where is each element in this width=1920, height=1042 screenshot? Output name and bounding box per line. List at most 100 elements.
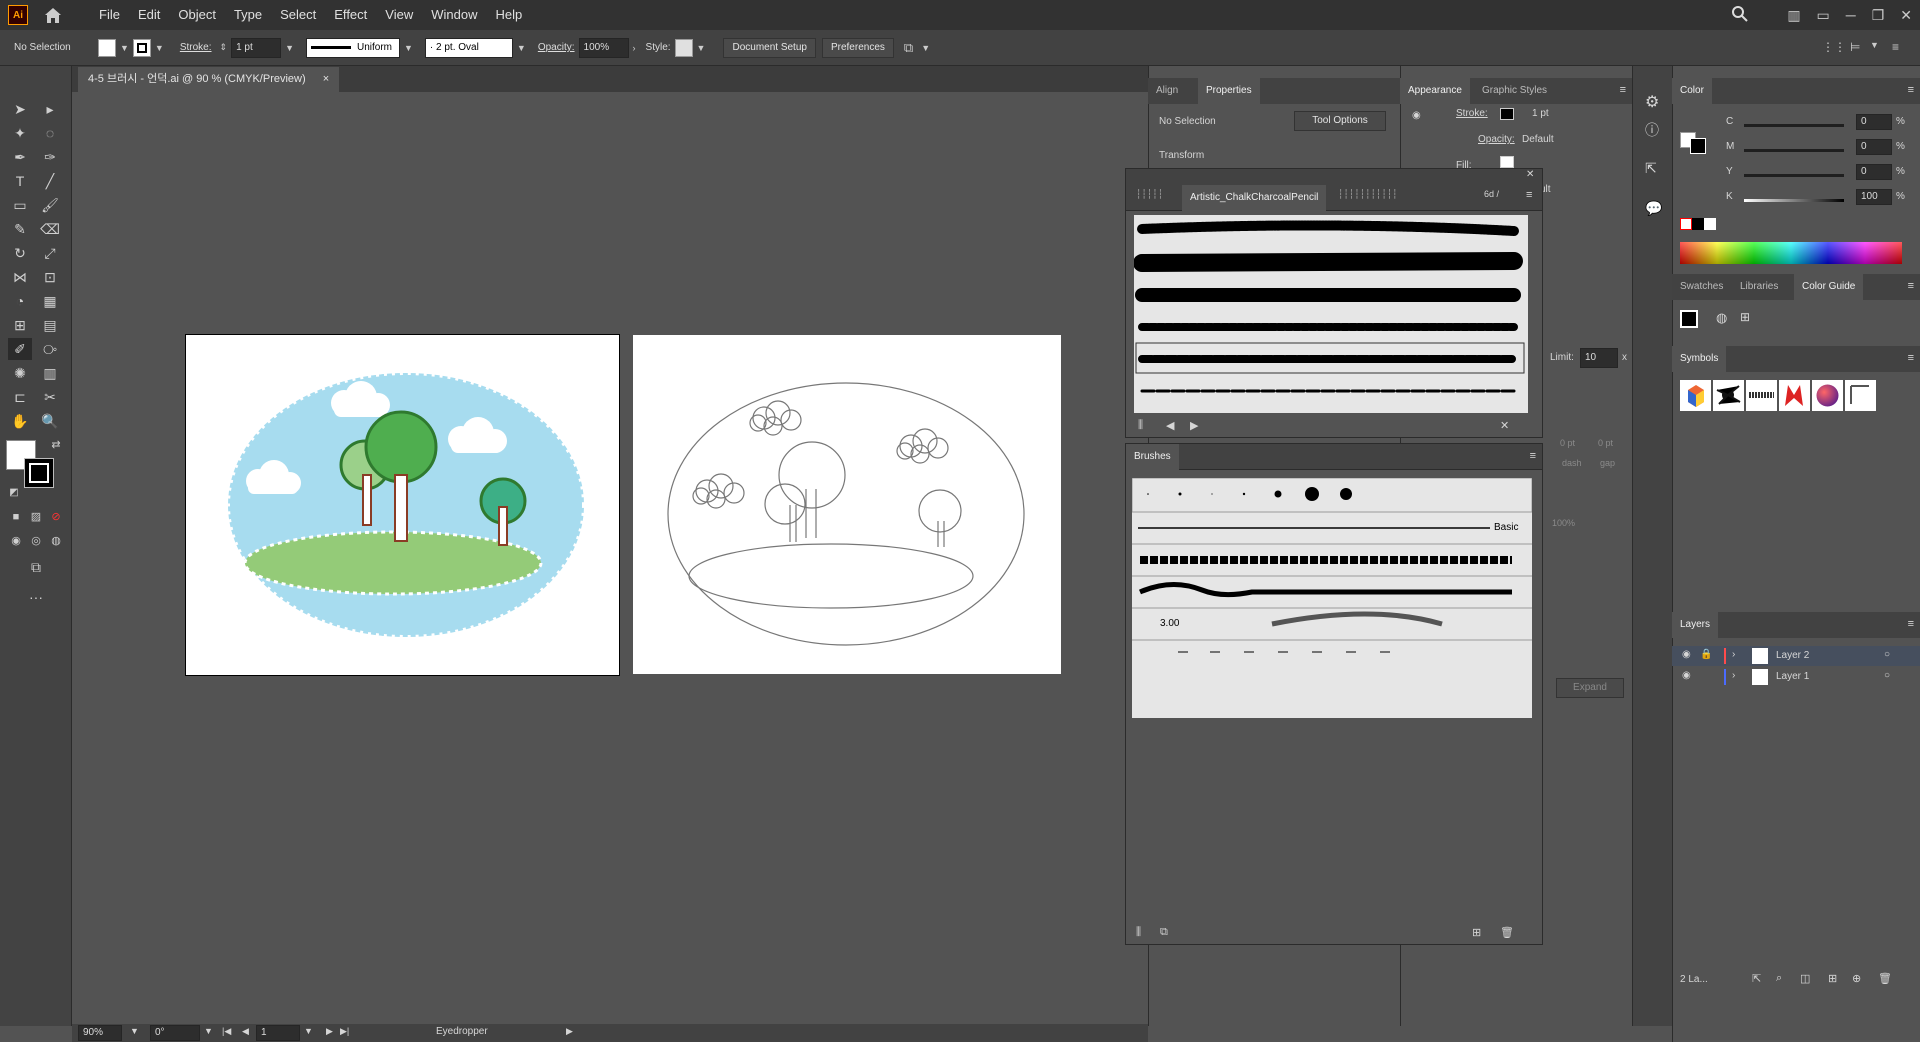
width-tool-icon[interactable]: ⋈	[8, 266, 32, 288]
align-dropdown-icon[interactable]: ▼	[1870, 40, 1879, 50]
expand-button[interactable]: Expand	[1556, 678, 1624, 698]
pencil-tool-icon[interactable]: ✎	[8, 218, 32, 240]
profile-dropdown-icon[interactable]: ▼	[404, 43, 413, 53]
symbol-grunge-icon[interactable]	[1746, 380, 1777, 411]
find-layer-icon[interactable]: ⌕	[1776, 972, 1782, 985]
partial-tab[interactable]: 6d /	[1484, 189, 1499, 199]
tab-libraries[interactable]: Libraries	[1732, 274, 1786, 300]
artboard-dropdown-icon[interactable]: ▼	[304, 1026, 313, 1036]
brush-definition[interactable]: · 2 pt. Oval	[424, 37, 513, 58]
graphic-style-swatch[interactable]	[674, 38, 693, 57]
channel-y-field[interactable]: 0	[1856, 164, 1892, 180]
brushes-title[interactable]: Brushes	[1126, 444, 1179, 470]
tool-options-button[interactable]: Tool Options	[1294, 111, 1386, 131]
layer-row[interactable]: ◉ 🔒 › Layer 2 ○	[1672, 646, 1920, 666]
zoom-field[interactable]: 90%	[78, 1025, 122, 1041]
brushes-libraries-icon[interactable]: ⧉	[1160, 926, 1168, 939]
arrange-icon[interactable]: ⧉	[904, 40, 913, 56]
base-color-swatch[interactable]	[1680, 310, 1698, 328]
color-title[interactable]: Color	[1672, 78, 1712, 104]
eyedropper-tool-icon[interactable]: ✐	[8, 338, 32, 360]
artboard-colored[interactable]	[185, 334, 620, 676]
edit-toolbar-icon[interactable]: ···	[24, 586, 48, 608]
arrange-dropdown-icon[interactable]: ▼	[921, 43, 930, 53]
type-tool-icon[interactable]: T	[8, 170, 32, 192]
layer-expand-icon[interactable]: ›	[1732, 649, 1735, 660]
document-setup-button[interactable]: Document Setup	[723, 37, 816, 58]
opacity-label[interactable]: Opacity:	[538, 42, 575, 53]
channel-k-field[interactable]: 100	[1856, 189, 1892, 205]
free-transform-tool-icon[interactable]: ⊡	[38, 266, 62, 288]
layer-visibility-icon[interactable]: ◉	[1682, 670, 1691, 681]
channel-c-slider[interactable]	[1744, 124, 1844, 127]
color-spectrum[interactable]	[1680, 242, 1902, 264]
screen-mode-icon[interactable]: ⧉	[24, 556, 48, 578]
brush-library-title[interactable]: Artistic_ChalkCharcoalPencil	[1182, 185, 1327, 211]
menu-type[interactable]: Type	[225, 0, 271, 30]
channel-m-slider[interactable]	[1744, 149, 1844, 152]
appearance-stroke-label[interactable]: Stroke:	[1456, 108, 1488, 119]
stroke-color-box[interactable]	[24, 458, 54, 488]
export-dock-icon[interactable]: ⇱	[1645, 160, 1657, 177]
none-mode-icon[interactable]: ⊘	[44, 506, 68, 528]
symbol-sprayer-tool-icon[interactable]: ✺	[8, 362, 32, 384]
fill-swatch[interactable]	[98, 38, 116, 57]
harmony-rules-icon[interactable]: ◍	[1716, 310, 1727, 326]
variable-width-profile[interactable]: Uniform	[306, 37, 400, 58]
rotate-tool-icon[interactable]: ↻	[8, 242, 32, 264]
close-tab-icon[interactable]: ×	[323, 73, 329, 85]
menu-view[interactable]: View	[376, 0, 422, 30]
library-tab-scroll-icon[interactable]: ┆┆┆┆┆	[1136, 189, 1163, 200]
grid-toggle-icon[interactable]: ⋮⋮	[1822, 40, 1846, 54]
brushes-library-menu-icon[interactable]: ⫼	[1136, 926, 1141, 939]
artboard-outline[interactable]	[633, 335, 1061, 674]
eraser-tool-icon[interactable]: ⌫	[38, 218, 62, 240]
appearance-menu-icon[interactable]: ≡	[1620, 84, 1626, 96]
swap-colors-icon[interactable]: ⇄	[44, 434, 68, 456]
curvature-tool-icon[interactable]: ✑	[38, 146, 62, 168]
menu-effect[interactable]: Effect	[325, 0, 376, 30]
symbol-frame-icon[interactable]	[1845, 380, 1876, 411]
brush-library-menu-icon[interactable]: ≡	[1526, 189, 1532, 201]
status-menu-icon[interactable]: ▶	[566, 1026, 573, 1037]
stroke-weight-dropdown-icon[interactable]: ▼	[285, 43, 294, 53]
symbol-cube-icon[interactable]	[1680, 380, 1711, 411]
info-dock-icon[interactable]: ⓘ	[1645, 120, 1659, 140]
symbols-title[interactable]: Symbols	[1672, 346, 1727, 372]
channel-c-field[interactable]: 0	[1856, 114, 1892, 130]
tab-align[interactable]: Align	[1148, 78, 1186, 104]
search-icon[interactable]	[1731, 5, 1749, 26]
tab-color-guide[interactable]: Color Guide	[1794, 274, 1864, 300]
slice-tool-icon[interactable]: ✂	[38, 386, 62, 408]
appearance-opacity-label[interactable]: Opacity:	[1478, 134, 1515, 145]
gradient-tool-icon[interactable]: ▤	[38, 314, 62, 336]
tab-properties[interactable]: Properties	[1198, 78, 1260, 104]
layer-row[interactable]: ◉ › Layer 1 ○	[1672, 667, 1920, 687]
channel-y-slider[interactable]	[1744, 174, 1844, 177]
column-graph-tool-icon[interactable]: ▥	[38, 362, 62, 384]
tab-swatches[interactable]: Swatches	[1672, 274, 1731, 300]
menu-help[interactable]: Help	[486, 0, 531, 30]
home-icon[interactable]	[42, 5, 66, 25]
preferences-button[interactable]: Preferences	[821, 37, 894, 58]
draw-inside-icon[interactable]: ◍	[44, 530, 68, 552]
layers-title[interactable]: Layers	[1672, 612, 1719, 638]
paintbrush-tool-icon[interactable]: 🖌	[38, 194, 62, 216]
stroke-weight-field[interactable]: 1 pt	[231, 37, 282, 58]
align-icon[interactable]: ⊨	[1850, 40, 1860, 54]
brushes-menu-icon[interactable]: ≡	[1530, 450, 1536, 462]
delete-brush-icon[interactable]: 🗑	[1500, 926, 1514, 939]
limit-field[interactable]: 10	[1580, 348, 1618, 368]
rotation-dropdown-icon[interactable]: ▼	[204, 1026, 213, 1036]
new-sublayer-icon[interactable]: ⊞	[1828, 972, 1837, 985]
stroke-swatch[interactable]	[132, 38, 151, 57]
first-artboard-icon[interactable]: |◀	[222, 1026, 231, 1037]
fill-dropdown-icon[interactable]: ▼	[120, 43, 129, 53]
none-color-icon[interactable]	[1680, 218, 1692, 230]
layer-visibility-icon[interactable]: ◉	[1682, 649, 1691, 660]
blend-tool-icon[interactable]: ⧂	[38, 338, 62, 360]
minimize-icon[interactable]: ─	[1846, 7, 1856, 23]
workspace-switcher-icon[interactable]: ▭	[1817, 7, 1830, 24]
scale-tool-icon[interactable]: ⤢	[38, 242, 62, 264]
symbol-sphere-icon[interactable]	[1812, 380, 1843, 411]
